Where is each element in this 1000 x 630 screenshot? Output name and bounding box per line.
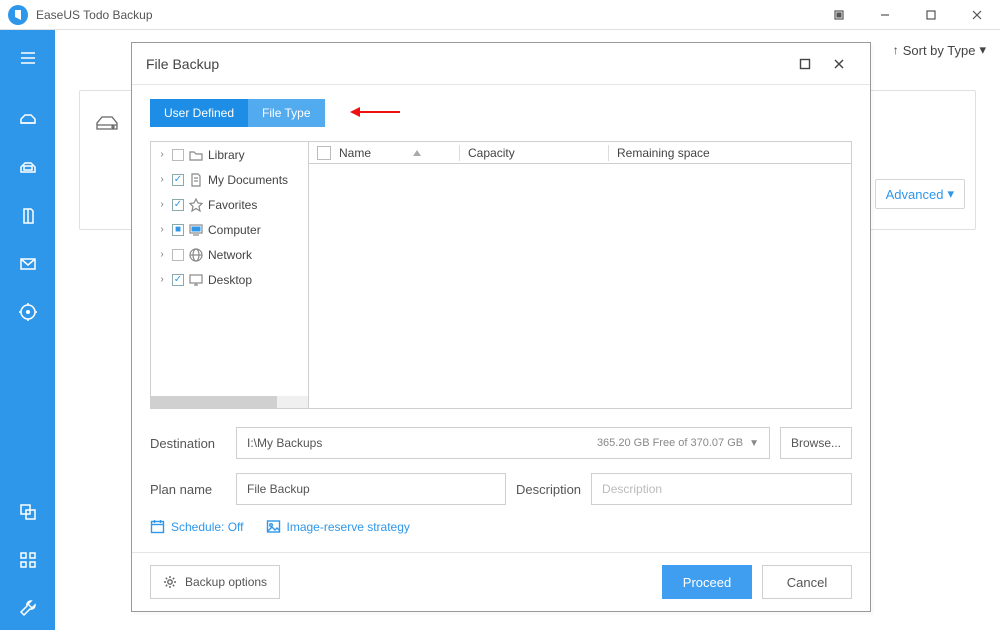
- sort-arrow-up-icon: ↑: [893, 43, 899, 57]
- caret-down-icon: ▾: [947, 186, 954, 202]
- destination-field[interactable]: I:\My Backups 365.20 GB Free of 370.07 G…: [236, 427, 770, 459]
- file-backup-icon[interactable]: [0, 194, 55, 238]
- mail-backup-icon[interactable]: [0, 242, 55, 286]
- cancel-button[interactable]: Cancel: [762, 565, 852, 599]
- tree-item-desktop[interactable]: › ✓ Desktop: [151, 267, 308, 292]
- description-input[interactable]: [602, 474, 841, 504]
- desktop-icon: [189, 273, 203, 287]
- dialog-maximize-button[interactable]: [788, 50, 822, 78]
- tree-item-library[interactable]: › Library: [151, 142, 308, 167]
- source-tree[interactable]: › Library › ✓ My Documents: [151, 142, 309, 408]
- image-reserve-link[interactable]: Image-reserve strategy: [266, 519, 410, 534]
- checkbox[interactable]: ✓: [172, 274, 184, 286]
- tab-file-type[interactable]: File Type: [248, 99, 324, 127]
- tree-item-label: Favorites: [208, 198, 257, 212]
- select-all-checkbox[interactable]: [317, 146, 331, 160]
- calendar-icon: [150, 519, 165, 534]
- tree-item-label: Desktop: [208, 273, 252, 287]
- window-maximize-button[interactable]: [908, 0, 954, 30]
- backup-options-button[interactable]: Backup options: [150, 565, 280, 599]
- folder-icon: [189, 148, 203, 162]
- horizontal-scrollbar[interactable]: [151, 396, 308, 408]
- column-name[interactable]: Name: [339, 146, 459, 160]
- clone-icon[interactable]: [0, 490, 55, 534]
- app-logo-icon: [8, 5, 28, 25]
- plan-name-field[interactable]: [236, 473, 506, 505]
- checkbox[interactable]: ✓: [172, 199, 184, 211]
- dialog-title: File Backup: [146, 56, 219, 72]
- file-list-pane: Name Capacity Remaining space: [309, 142, 851, 408]
- tree-item-label: Library: [208, 148, 245, 162]
- column-capacity[interactable]: Capacity: [468, 146, 608, 160]
- tree-item-label: Computer: [208, 223, 261, 237]
- column-remaining[interactable]: Remaining space: [617, 146, 720, 160]
- chevron-right-icon[interactable]: ›: [157, 149, 167, 160]
- smart-backup-icon[interactable]: [0, 290, 55, 334]
- window-minimize-button[interactable]: [862, 0, 908, 30]
- checkbox[interactable]: ✓: [172, 174, 184, 186]
- destination-value: I:\My Backups: [247, 436, 322, 450]
- plan-name-input[interactable]: [247, 474, 495, 504]
- window-close-button[interactable]: [954, 0, 1000, 30]
- tree-item-label: Network: [208, 248, 252, 262]
- gear-icon: [163, 575, 177, 589]
- chevron-right-icon[interactable]: ›: [157, 174, 167, 185]
- disk-backup-icon[interactable]: [0, 98, 55, 142]
- file-backup-dialog: File Backup User Defined File Type: [131, 42, 871, 612]
- tree-item-network[interactable]: › Network: [151, 242, 308, 267]
- annotation-arrow-icon: [350, 107, 400, 117]
- menu-icon[interactable]: [0, 36, 55, 80]
- checkbox[interactable]: [172, 149, 184, 161]
- app-titlebar: EaseUS Todo Backup: [0, 0, 1000, 30]
- destination-free-text: 365.20 GB Free of 370.07 GB: [597, 437, 743, 449]
- computer-icon: [189, 223, 203, 237]
- settings-wrench-icon[interactable]: [0, 586, 55, 630]
- advanced-button[interactable]: Advanced ▾: [875, 179, 965, 209]
- plan-name-label: Plan name: [150, 482, 226, 497]
- tools-grid-icon[interactable]: [0, 538, 55, 582]
- star-icon: [189, 198, 203, 212]
- tree-item-label: My Documents: [208, 173, 288, 187]
- app-title: EaseUS Todo Backup: [36, 8, 153, 22]
- caret-down-icon[interactable]: ▼: [749, 438, 759, 449]
- chevron-right-icon[interactable]: ›: [157, 199, 167, 210]
- description-field[interactable]: [591, 473, 852, 505]
- dialog-close-button[interactable]: [822, 50, 856, 78]
- description-label: Description: [516, 482, 581, 497]
- chevron-right-icon[interactable]: ›: [157, 224, 167, 235]
- disk-icon: [94, 111, 120, 142]
- image-icon: [266, 519, 281, 534]
- tree-item-computer[interactable]: › ■ Computer: [151, 217, 308, 242]
- caret-down-icon: ▾: [979, 42, 986, 58]
- checkbox[interactable]: ■: [172, 224, 184, 236]
- tree-item-my-documents[interactable]: › ✓ My Documents: [151, 167, 308, 192]
- proceed-button[interactable]: Proceed: [662, 565, 752, 599]
- system-backup-icon[interactable]: [0, 146, 55, 190]
- browse-button[interactable]: Browse...: [780, 427, 852, 459]
- schedule-link[interactable]: Schedule: Off: [150, 519, 244, 534]
- sort-by-type-button[interactable]: ↑ Sort by Type ▾: [893, 42, 986, 58]
- chevron-right-icon[interactable]: ›: [157, 274, 167, 285]
- chevron-right-icon[interactable]: ›: [157, 249, 167, 260]
- list-header: Name Capacity Remaining space: [309, 142, 851, 164]
- left-sidebar: [0, 30, 55, 630]
- window-restore-down-icon[interactable]: [816, 0, 862, 30]
- globe-icon: [189, 248, 203, 262]
- tab-user-defined[interactable]: User Defined: [150, 99, 248, 127]
- document-icon: [189, 173, 203, 187]
- tree-item-favorites[interactable]: › ✓ Favorites: [151, 192, 308, 217]
- checkbox[interactable]: [172, 249, 184, 261]
- destination-label: Destination: [150, 436, 226, 451]
